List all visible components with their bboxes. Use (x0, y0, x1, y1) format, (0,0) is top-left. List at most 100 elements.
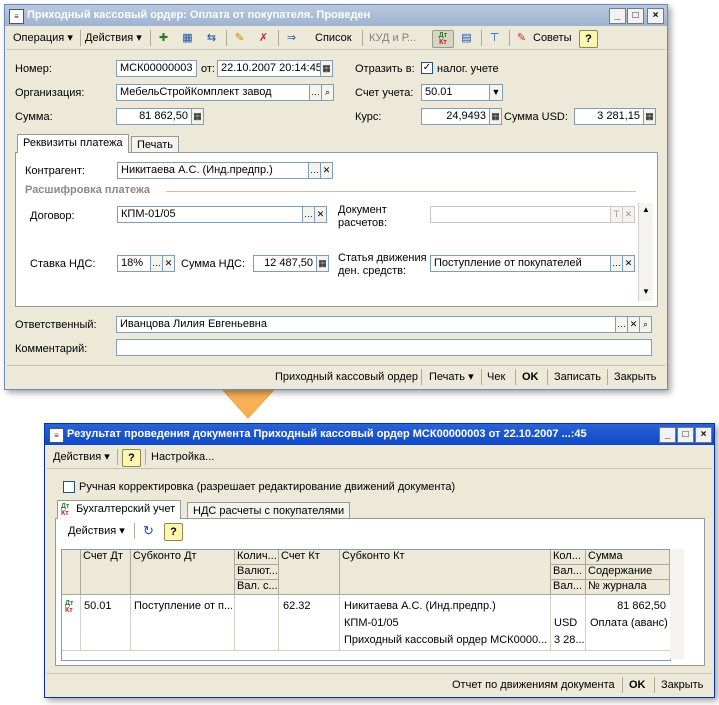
add-icon[interactable]: ✚ (155, 30, 172, 46)
calculator-icon[interactable]: ▦ (316, 255, 329, 272)
col-currency-sum-dt[interactable]: Вал. с... (235, 580, 279, 595)
tax-accounting-checkbox[interactable]: ✓ (421, 62, 433, 74)
col-account-kt[interactable]: Счет Кт (279, 550, 340, 595)
minimize-icon[interactable]: _ (659, 427, 676, 443)
close-button[interactable]: Закрыть (661, 677, 703, 693)
contract-label: Договор: (30, 210, 75, 222)
account-field[interactable]: 50.01 (421, 84, 490, 101)
date-field[interactable]: 22.10.2007 20:14:45 (217, 60, 321, 77)
clear-icon[interactable]: ✕ (622, 255, 635, 272)
reflect-label: Отразить в: (355, 63, 415, 75)
unpost-icon[interactable]: ✗ (255, 30, 272, 46)
clear-icon[interactable]: ✕ (162, 255, 175, 272)
help-icon[interactable]: ? (579, 30, 598, 48)
close-button[interactable]: Закрыть (614, 369, 656, 385)
col-journal[interactable]: № журнала (586, 580, 670, 595)
cell-sum: 81 862,50 (617, 600, 666, 612)
number-field[interactable]: МСК00000003 (116, 60, 197, 77)
contract-field[interactable]: КПМ-01/05 (117, 206, 303, 223)
document-icon: ≡ (9, 9, 24, 24)
sum-usd-field[interactable]: 3 281,15 (574, 108, 644, 125)
refresh-icon[interactable]: ↻ (140, 523, 157, 539)
clear-icon[interactable]: ✕ (314, 206, 327, 223)
pko-print-button[interactable]: Приходный кассовый ордер (275, 369, 418, 385)
post-icon[interactable]: ✎ (231, 30, 248, 46)
tab-accounting[interactable]: Дт Кт Бухгалтерский учет (57, 500, 182, 519)
scroll-down-icon[interactable]: ▼ (640, 285, 652, 299)
based-on-icon[interactable]: ⇒ (283, 30, 300, 46)
grid-scrollbar[interactable] (670, 549, 684, 659)
col-account-dt[interactable]: Счет Дт (81, 550, 131, 595)
counterparty-field[interactable]: Никитаева А.С. (Инд.предпр.) (117, 162, 309, 179)
rate-field[interactable]: 24,9493 (421, 108, 490, 125)
print-menu[interactable]: Печать ▾ (429, 369, 474, 385)
close-icon[interactable]: × (695, 427, 712, 443)
col-subconto-dt[interactable]: Субконто Дт (131, 550, 235, 595)
result-titlebar: ≡ Результат проведения документа Приходн… (45, 424, 714, 445)
movements-report-button[interactable]: Отчет по движениям документа (452, 677, 615, 693)
vat-rate-field[interactable]: 18% (117, 255, 151, 272)
help-icon[interactable]: ? (122, 449, 141, 467)
structure-icon[interactable]: ⊤ (486, 30, 503, 46)
search-icon[interactable]: ⌕ (639, 316, 652, 333)
cell-currency-kt: USD (554, 617, 578, 629)
col-currency-sum-kt[interactable]: Вал... (551, 580, 586, 595)
close-icon[interactable]: × (647, 8, 664, 24)
table-row[interactable]: Дт Кт 50.01 Поступление от п... 62.32 Ни… (62, 595, 670, 650)
rate-label: Курс: (355, 111, 382, 123)
settings-button[interactable]: Настройка... (151, 449, 214, 465)
calculator-icon[interactable]: ▦ (489, 108, 502, 125)
pko-bottom-bar: Приходный кассовый ордер Печать ▾ Чек OK… (7, 365, 665, 388)
operation-menu[interactable]: Операция ▾ (13, 30, 73, 46)
settlement-doc-field[interactable] (430, 206, 611, 223)
actions-menu[interactable]: Действия ▾ (53, 449, 110, 465)
col-subconto-kt[interactable]: Субконто Кт (340, 550, 551, 595)
manual-correction-checkbox[interactable] (63, 481, 75, 493)
ok-button[interactable]: OK (629, 677, 646, 693)
counterparty-label: Контрагент: (25, 165, 85, 177)
maximize-icon[interactable]: □ (627, 8, 644, 24)
responsible-field[interactable]: Иванцова Лилия Евгеньевна (116, 316, 616, 333)
tab-payment-details[interactable]: Реквизиты платежа (17, 134, 129, 153)
copy-icon[interactable]: ⇆ (203, 30, 220, 46)
tab-print[interactable]: Печать (131, 136, 180, 153)
calendar-icon[interactable]: ▦ (320, 60, 333, 77)
col-currency-kt[interactable]: Вал... (551, 565, 586, 580)
col-sum[interactable]: Сумма (586, 550, 670, 565)
result-bottom-bar: Отчет по движениям документа OK Закрыть (47, 673, 712, 696)
edit-icon[interactable]: ▦ (179, 30, 196, 46)
print-form-icon[interactable]: ▤ (458, 30, 475, 46)
vat-sum-field[interactable]: 12 487,50 (253, 255, 317, 272)
col-quantity-dt[interactable]: Колич... (235, 550, 279, 565)
toolbar-separator (481, 30, 482, 46)
list-button[interactable]: Список (315, 30, 352, 46)
ok-button[interactable]: OK (522, 369, 539, 385)
organization-label: Организация: (15, 87, 85, 99)
advice-button[interactable]: Советы (533, 30, 571, 46)
dropdown-icon[interactable]: ▼ (489, 84, 503, 101)
minimize-icon[interactable]: _ (609, 8, 626, 24)
col-content[interactable]: Содержание (586, 565, 670, 580)
kud-button[interactable]: КУД и Р... (369, 30, 416, 46)
save-button[interactable]: Записать (554, 369, 601, 385)
clear-icon[interactable]: ✕ (622, 206, 635, 223)
col-currency-dt[interactable]: Валют... (235, 565, 279, 580)
sum-field[interactable]: 81 862,50 (116, 108, 192, 125)
scroll-up-icon[interactable]: ▲ (640, 203, 652, 217)
actions-menu[interactable]: Действия ▾ (85, 30, 142, 46)
grid-actions-menu[interactable]: Действия ▾ (68, 523, 125, 539)
col-quantity-kt[interactable]: Кол... (551, 550, 586, 565)
dt-kt-icon[interactable]: Дт Кт (432, 30, 454, 48)
tab-vat-settlements[interactable]: НДС расчеты с покупателями (187, 502, 351, 519)
help-icon[interactable]: ? (164, 523, 183, 541)
calculator-icon[interactable]: ▦ (191, 108, 204, 125)
check-button[interactable]: Чек (487, 369, 505, 385)
organization-field[interactable]: МебельСтройКомплект завод (116, 84, 310, 101)
comment-field[interactable] (116, 339, 652, 356)
panel-scrollbar[interactable]: ▲ ▼ (638, 203, 653, 301)
maximize-icon[interactable]: □ (677, 427, 694, 443)
search-icon[interactable]: ⌕ (321, 84, 334, 101)
cashflow-field[interactable]: Поступление от покупателей (430, 255, 611, 272)
calculator-icon[interactable]: ▦ (643, 108, 656, 125)
clear-icon[interactable]: ✕ (320, 162, 333, 179)
